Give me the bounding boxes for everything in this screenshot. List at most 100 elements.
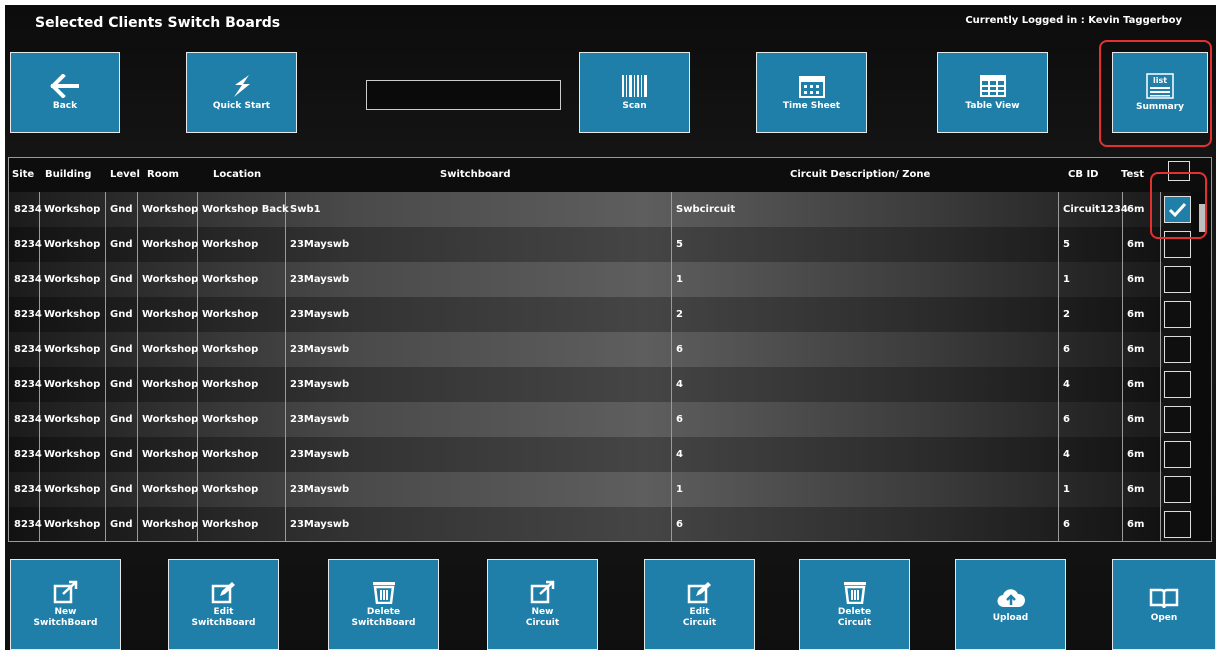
column-divider <box>105 472 106 508</box>
row-select-checkbox[interactable] <box>1164 441 1191 468</box>
cell-location: Workshop <box>202 379 259 390</box>
table-row[interactable]: 8234 Workshop Gnd Workshop Workshop 23Mayswb 6… <box>9 332 1191 368</box>
cell-switchboard: 23Mayswb <box>290 274 350 285</box>
column-divider <box>1058 262 1059 298</box>
row-select-checkbox[interactable] <box>1164 476 1191 503</box>
table-body: 8234 Workshop Gnd Workshop Workshop Back Swb1… <box>9 192 1211 541</box>
cloud-upload-icon <box>996 588 1025 607</box>
col-circuit-description[interactable]: Circuit Description/ Zone <box>790 169 930 180</box>
cell-switchboard: 23Mayswb <box>290 239 350 250</box>
table-scrollbar[interactable] <box>1191 192 1211 541</box>
col-level[interactable]: Level <box>110 169 140 180</box>
edit-circuit-button[interactable]: Edit Circuit <box>644 559 755 650</box>
row-select-checkbox[interactable] <box>1164 336 1191 363</box>
column-divider <box>105 402 106 438</box>
cell-room: Workshop <box>142 239 199 250</box>
cell-switchboard: 23Mayswb <box>290 379 350 390</box>
time-sheet-button[interactable]: Time Sheet <box>756 52 867 133</box>
table-row[interactable]: 8234 Workshop Gnd Workshop Workshop 23Mayswb 1… <box>9 472 1191 508</box>
cell-cb-id: 2 <box>1063 309 1070 320</box>
table-row[interactable]: 8234 Workshop Gnd Workshop Workshop 23Mayswb 6… <box>9 507 1191 541</box>
column-divider <box>285 437 286 473</box>
cell-test: 6m <box>1127 274 1145 285</box>
lightning-icon <box>233 74 250 97</box>
cell-room: Workshop <box>142 204 199 215</box>
cell-building: Workshop <box>44 344 101 355</box>
column-divider <box>1160 297 1161 333</box>
row-select-checkbox[interactable] <box>1164 301 1191 328</box>
logged-in-user: Currently Logged in : Kevin Taggerboy <box>965 15 1182 26</box>
row-select-checkbox[interactable] <box>1164 371 1191 398</box>
cell-location: Workshop <box>202 239 259 250</box>
row-select-checkbox[interactable] <box>1164 511 1191 538</box>
scrollbar-thumb[interactable] <box>1199 204 1205 232</box>
cell-site: 8234 <box>14 484 42 495</box>
col-room[interactable]: Room <box>147 169 179 180</box>
cell-switchboard: 23Mayswb <box>290 309 350 320</box>
cell-circuit: 1 <box>676 274 683 285</box>
column-divider <box>1122 437 1123 473</box>
row-select-checkbox[interactable] <box>1164 231 1191 258</box>
column-divider <box>105 367 106 403</box>
scan-label: Scan <box>622 100 647 111</box>
edit-icon <box>687 582 711 604</box>
cell-level: Gnd <box>110 344 133 355</box>
cell-location: Workshop Back <box>202 204 289 215</box>
cell-room: Workshop <box>142 309 199 320</box>
upload-button[interactable]: Upload <box>955 559 1066 650</box>
new-circuit-button[interactable]: New Circuit <box>487 559 598 650</box>
table-view-button[interactable]: Table View <box>937 52 1048 133</box>
cell-building: Workshop <box>44 204 101 215</box>
table-row[interactable]: 8234 Workshop Gnd Workshop Workshop 23Mayswb 5… <box>9 227 1191 263</box>
table-row[interactable]: 8234 Workshop Gnd Workshop Workshop 23Mayswb 6… <box>9 402 1191 438</box>
cell-level: Gnd <box>110 274 133 285</box>
column-divider <box>671 507 672 541</box>
cell-location: Workshop <box>202 344 259 355</box>
table-row[interactable]: 8234 Workshop Gnd Workshop Workshop 23Mayswb 2… <box>9 297 1191 333</box>
cell-site: 8234 <box>14 309 42 320</box>
col-building[interactable]: Building <box>45 169 91 180</box>
summary-button[interactable]: list Summary <box>1112 52 1208 133</box>
table-grid-icon <box>979 74 1006 97</box>
cell-circuit: Swbcircuit <box>676 204 736 215</box>
back-button[interactable]: Back <box>10 52 120 133</box>
col-location[interactable]: Location <box>213 169 261 180</box>
delete-switchboard-button[interactable]: Delete SwitchBoard <box>328 559 439 650</box>
table-row[interactable]: 8234 Workshop Gnd Workshop Workshop 23Mayswb 4… <box>9 367 1191 403</box>
delete-circuit-button[interactable]: Delete Circuit <box>799 559 910 650</box>
column-divider <box>1122 507 1123 541</box>
search-input[interactable] <box>366 80 561 110</box>
table-row[interactable]: 8234 Workshop Gnd Workshop Workshop 23Mayswb 1… <box>9 262 1191 298</box>
column-divider <box>1122 367 1123 403</box>
cell-switchboard: 23Mayswb <box>290 344 350 355</box>
column-divider <box>285 472 286 508</box>
row-select-checkbox[interactable] <box>1164 266 1191 293</box>
button-label-line1: Delete <box>837 607 872 617</box>
new-switchboard-button[interactable]: New SwitchBoard <box>10 559 121 650</box>
quick-start-label: Quick Start <box>212 100 271 111</box>
cell-location: Workshop <box>202 449 259 460</box>
barcode-icon <box>621 74 647 97</box>
quick-start-button[interactable]: Quick Start <box>186 52 297 133</box>
arrow-left-icon <box>50 73 79 98</box>
column-divider <box>1058 437 1059 473</box>
table-view-label: Table View <box>965 100 1020 111</box>
table-row[interactable]: 8234 Workshop Gnd Workshop Workshop Back Swb1… <box>9 192 1191 228</box>
cell-test: 6m <box>1127 309 1145 320</box>
column-divider <box>671 192 672 228</box>
edit-switchboard-button[interactable]: Edit SwitchBoard <box>168 559 279 650</box>
cell-circuit: 4 <box>676 449 683 460</box>
table-row[interactable]: 8234 Workshop Gnd Workshop Workshop 23Mayswb 4… <box>9 437 1191 473</box>
col-cb-id[interactable]: CB ID <box>1068 169 1098 180</box>
open-button[interactable]: Open <box>1112 559 1216 650</box>
scan-button[interactable]: Scan <box>579 52 690 133</box>
cell-building: Workshop <box>44 239 101 250</box>
col-test[interactable]: Test <box>1121 169 1144 180</box>
col-site[interactable]: Site <box>12 169 34 180</box>
col-switchboard[interactable]: Switchboard <box>440 169 511 180</box>
column-divider <box>1058 507 1059 541</box>
row-select-checkbox[interactable] <box>1164 406 1191 433</box>
column-divider <box>285 262 286 298</box>
row-select-checkbox[interactable] <box>1164 196 1191 223</box>
select-all-checkbox[interactable] <box>1168 161 1190 181</box>
